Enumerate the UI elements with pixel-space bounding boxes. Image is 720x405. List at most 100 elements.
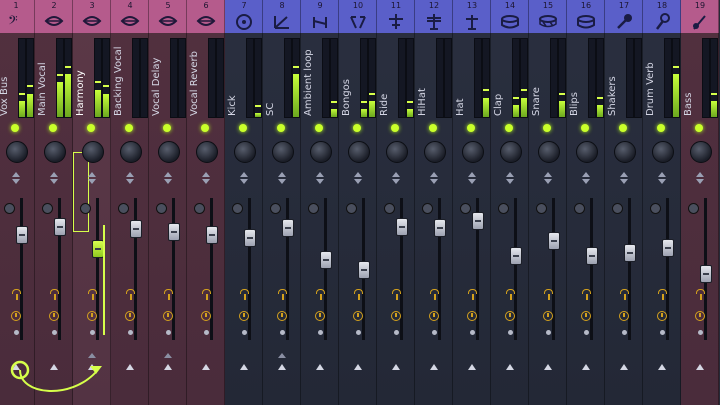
- mute-led-button[interactable]: [695, 124, 703, 132]
- channel-strip-19[interactable]: 19 Bass: [681, 0, 719, 405]
- stereo-knob[interactable]: [156, 203, 167, 214]
- record-arm-dot-button[interactable]: [90, 330, 95, 335]
- volume-fader[interactable]: [510, 247, 522, 265]
- stereo-knob[interactable]: [232, 203, 243, 214]
- channel-header[interactable]: 15: [529, 0, 567, 33]
- route-arrow-icon[interactable]: [506, 364, 514, 370]
- pan-knob[interactable]: [158, 141, 180, 163]
- volume-fader[interactable]: [434, 219, 446, 237]
- send-switch-icon[interactable]: [392, 289, 401, 300]
- stereo-separation-arrows-icon[interactable]: [505, 172, 515, 186]
- channel-header[interactable]: 13: [453, 0, 491, 33]
- channel-header[interactable]: 17: [605, 0, 643, 33]
- volume-fader[interactable]: [700, 265, 712, 284]
- stereo-separation-arrows-icon[interactable]: [391, 172, 401, 186]
- volume-fader[interactable]: [358, 261, 370, 279]
- mute-led-button[interactable]: [239, 124, 247, 132]
- stereo-separation-arrows-icon[interactable]: [695, 172, 705, 186]
- route-arrow-icon[interactable]: [316, 364, 324, 370]
- stereo-separation-arrows-icon[interactable]: [315, 172, 325, 186]
- latency-clock-icon[interactable]: [239, 311, 249, 321]
- volume-fader[interactable]: [548, 231, 560, 250]
- record-arm-dot-button[interactable]: [280, 330, 285, 335]
- pan-knob[interactable]: [44, 141, 66, 163]
- channel-header[interactable]: 5: [149, 0, 187, 33]
- route-arrow-icon[interactable]: [430, 364, 438, 370]
- record-arm-dot-button[interactable]: [14, 330, 19, 335]
- record-arm-dot-button[interactable]: [242, 330, 247, 335]
- mute-led-button[interactable]: [315, 124, 323, 132]
- volume-fader[interactable]: [662, 238, 674, 257]
- channel-header[interactable]: 12: [415, 0, 453, 33]
- record-arm-dot-button[interactable]: [394, 330, 399, 335]
- record-arm-dot-button[interactable]: [470, 330, 475, 335]
- stereo-knob[interactable]: [270, 203, 281, 214]
- pan-knob[interactable]: [500, 141, 522, 163]
- pan-knob[interactable]: [120, 141, 142, 163]
- channel-strip-18[interactable]: 18 Drum Verb: [643, 0, 681, 405]
- pan-knob[interactable]: [386, 141, 408, 163]
- send-switch-icon[interactable]: [506, 289, 515, 300]
- mute-led-button[interactable]: [353, 124, 361, 132]
- mute-led-button[interactable]: [467, 124, 475, 132]
- mute-led-button[interactable]: [391, 124, 399, 132]
- stereo-separation-arrows-icon[interactable]: [49, 172, 59, 186]
- record-arm-dot-button[interactable]: [546, 330, 551, 335]
- stereo-separation-arrows-icon[interactable]: [429, 172, 439, 186]
- latency-clock-icon[interactable]: [49, 311, 59, 321]
- route-arrow-icon[interactable]: [126, 364, 134, 370]
- send-switch-icon[interactable]: [582, 289, 591, 300]
- pan-knob[interactable]: [272, 141, 294, 163]
- pan-knob[interactable]: [6, 141, 28, 163]
- channel-strip-9[interactable]: 9 Ambient loop: [301, 0, 339, 405]
- latency-clock-icon[interactable]: [277, 311, 287, 321]
- stereo-knob[interactable]: [574, 203, 585, 214]
- channel-strip-4[interactable]: 4 Backing Vocal: [111, 0, 149, 405]
- channel-strip-11[interactable]: 11 Ride: [377, 0, 415, 405]
- stereo-separation-arrows-icon[interactable]: [239, 172, 249, 186]
- pan-knob[interactable]: [462, 141, 484, 163]
- volume-fader[interactable]: [472, 212, 484, 230]
- stereo-knob[interactable]: [650, 203, 661, 214]
- channel-header[interactable]: 3: [73, 0, 111, 33]
- stereo-knob[interactable]: [498, 203, 509, 214]
- stereo-knob[interactable]: [460, 203, 471, 214]
- route-arrow-icon[interactable]: [50, 364, 58, 370]
- channel-strip-10[interactable]: 10 Bongos: [339, 0, 377, 405]
- send-switch-icon[interactable]: [620, 289, 629, 300]
- record-arm-dot-button[interactable]: [204, 330, 209, 335]
- mute-led-button[interactable]: [505, 124, 513, 132]
- latency-clock-icon[interactable]: [467, 311, 477, 321]
- channel-strip-12[interactable]: 12 HiHat: [415, 0, 453, 405]
- route-arrow-icon[interactable]: [696, 364, 704, 370]
- pan-knob[interactable]: [614, 141, 636, 163]
- send-switch-icon[interactable]: [88, 289, 97, 300]
- stereo-separation-arrows-icon[interactable]: [277, 172, 287, 186]
- record-arm-dot-button[interactable]: [622, 330, 627, 335]
- volume-fader[interactable]: [130, 220, 142, 239]
- channel-strip-5[interactable]: 5 Vocal Delay: [149, 0, 187, 405]
- route-arrow-icon[interactable]: [12, 364, 20, 370]
- channel-header[interactable]: 11: [377, 0, 415, 33]
- volume-fader[interactable]: [54, 217, 66, 236]
- volume-fader[interactable]: [92, 240, 104, 258]
- route-arrow-icon[interactable]: [278, 364, 286, 370]
- stereo-separation-arrows-icon[interactable]: [581, 172, 591, 186]
- channel-strip-16[interactable]: 16 Blips: [567, 0, 605, 405]
- volume-fader[interactable]: [282, 219, 294, 237]
- pan-knob[interactable]: [234, 141, 256, 163]
- pan-knob[interactable]: [82, 141, 104, 163]
- latency-clock-icon[interactable]: [125, 311, 135, 321]
- channel-strip-14[interactable]: 14 Clap: [491, 0, 529, 405]
- record-arm-dot-button[interactable]: [508, 330, 513, 335]
- latency-clock-icon[interactable]: [657, 311, 667, 321]
- stereo-separation-arrows-icon[interactable]: [467, 172, 477, 186]
- send-switch-icon[interactable]: [696, 289, 705, 300]
- stereo-separation-arrows-icon[interactable]: [11, 172, 21, 186]
- volume-fader[interactable]: [396, 217, 408, 236]
- send-switch-icon[interactable]: [164, 289, 173, 300]
- channel-strip-2[interactable]: 2 Main Vocal: [35, 0, 73, 405]
- channel-strip-1[interactable]: 1 𝄢 Vox Bus: [0, 0, 35, 405]
- mute-led-button[interactable]: [581, 124, 589, 132]
- route-arrow-icon[interactable]: [240, 364, 248, 370]
